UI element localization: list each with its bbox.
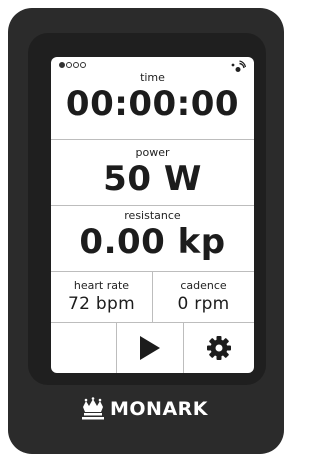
resistance-section: resistance 0.00 kp <box>51 209 254 262</box>
cadence-label: cadence <box>180 279 227 292</box>
play-icon <box>140 335 160 360</box>
power-value: 50 W <box>103 159 202 199</box>
page-indicator <box>59 62 86 68</box>
page-dot <box>80 62 86 68</box>
brand-logo: MONARK <box>80 396 230 422</box>
gear-icon <box>207 335 231 360</box>
time-section: time 00:00:00 <box>51 71 254 124</box>
page-dot <box>66 62 72 68</box>
heart-rate-section: heart rate 72 bpm <box>51 279 152 314</box>
power-section: power 50 W <box>51 146 254 199</box>
cadence-value: 0 rpm <box>177 294 230 314</box>
time-value: 00:00:00 <box>65 84 240 124</box>
crown-icon <box>82 397 104 420</box>
play-button[interactable] <box>117 322 183 373</box>
empty-button-slot <box>51 322 116 373</box>
resistance-value: 0.00 kp <box>79 222 226 262</box>
display-screen: time 00:00:00 power 50 W resistance 0.00… <box>51 57 254 373</box>
resistance-label: resistance <box>124 209 181 222</box>
brand-name: MONARK <box>110 398 209 420</box>
divider <box>51 205 254 206</box>
page-dot-active <box>59 62 65 68</box>
heart-rate-label: heart rate <box>73 279 130 292</box>
power-label: power <box>135 146 170 159</box>
settings-button[interactable] <box>184 322 254 373</box>
heart-rate-value: 72 bpm <box>68 294 135 314</box>
time-label: time <box>140 71 165 84</box>
page-dot <box>73 62 79 68</box>
divider <box>51 139 254 140</box>
cadence-section: cadence 0 rpm <box>153 279 254 314</box>
